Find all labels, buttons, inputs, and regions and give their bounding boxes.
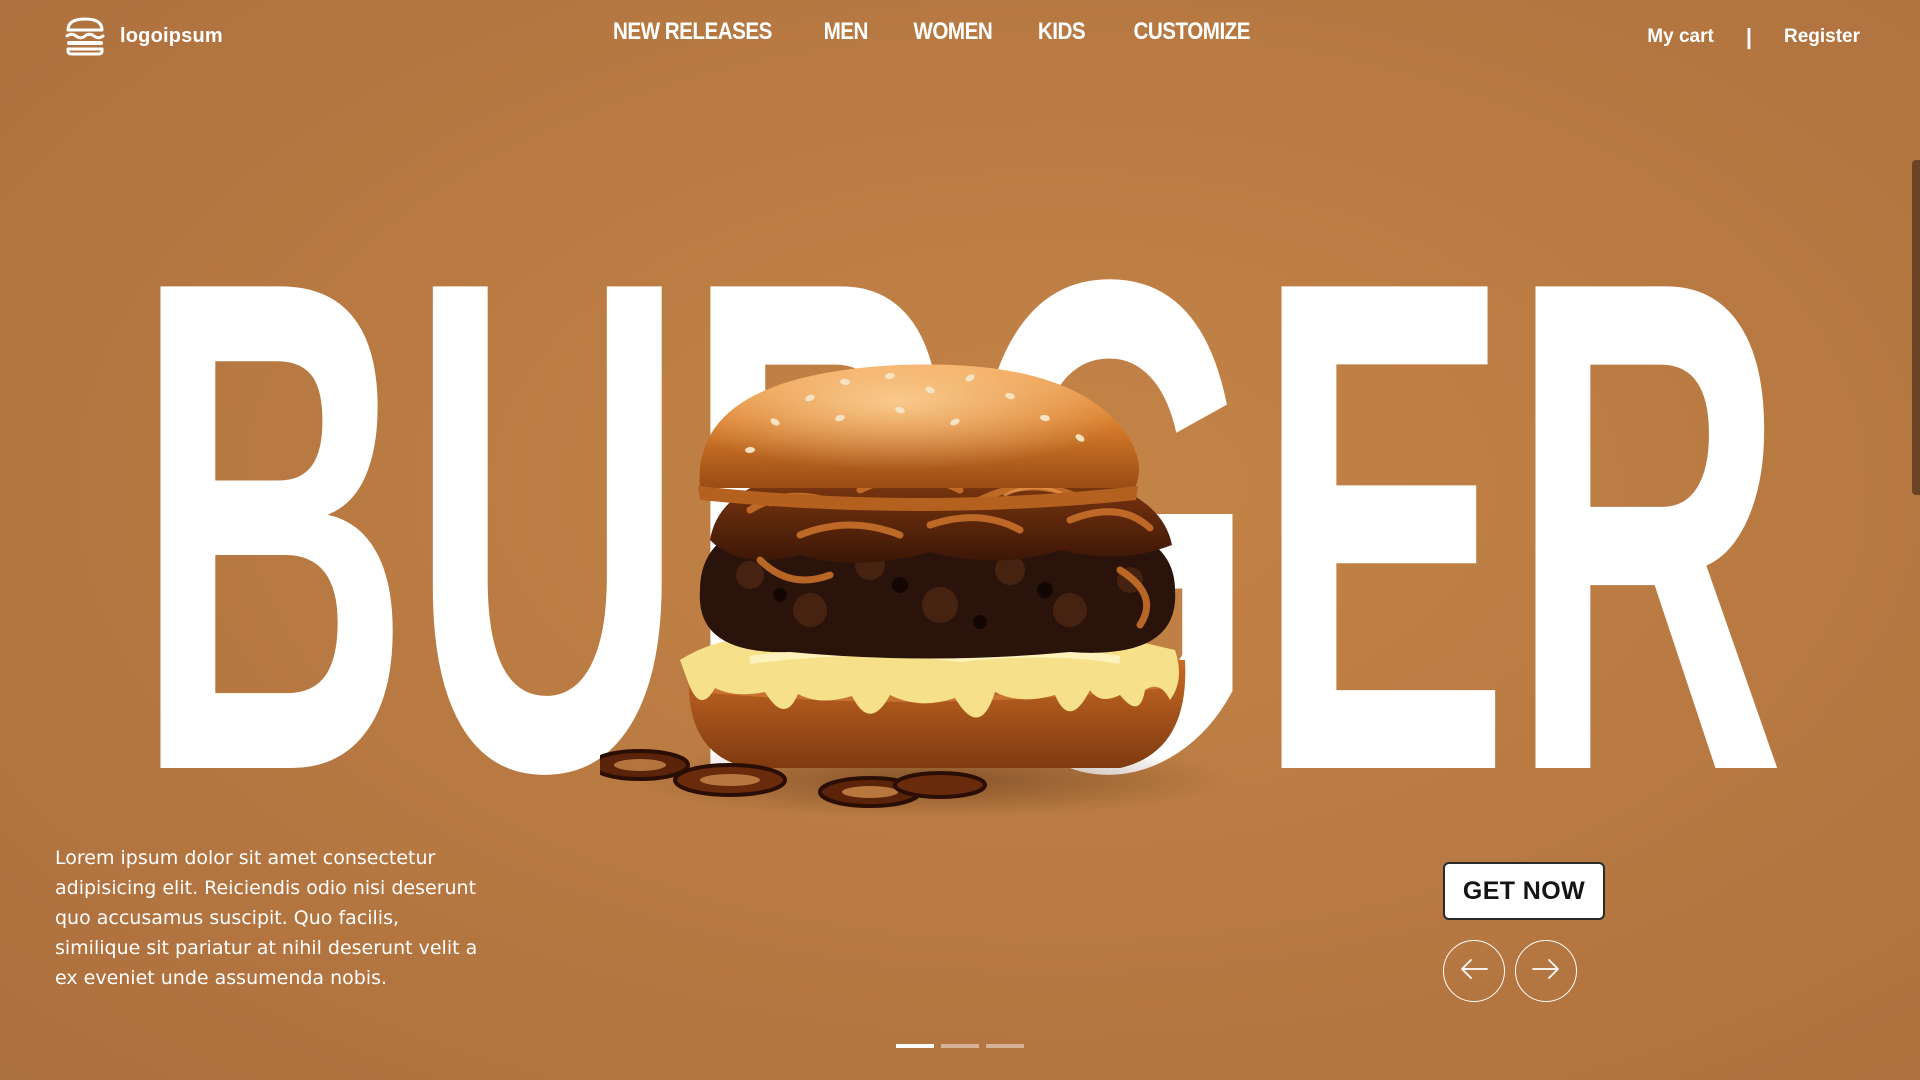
slider-indicators — [896, 1044, 1024, 1048]
arrow-left-icon — [1459, 958, 1489, 985]
arrow-right-icon — [1531, 958, 1561, 985]
slide-indicator-3[interactable] — [986, 1044, 1024, 1048]
slide-indicator-2[interactable] — [941, 1044, 979, 1048]
hero-description: Lorem ipsum dolor sit amet consectetur a… — [55, 847, 478, 989]
get-now-button[interactable]: GET NOW — [1443, 862, 1605, 920]
slide-indicator-1[interactable] — [896, 1044, 934, 1048]
prev-slide-button[interactable] — [1443, 940, 1505, 1002]
page-scrollbar[interactable] — [1912, 160, 1920, 495]
burger-image — [600, 364, 1230, 818]
next-slide-button[interactable] — [1515, 940, 1577, 1002]
